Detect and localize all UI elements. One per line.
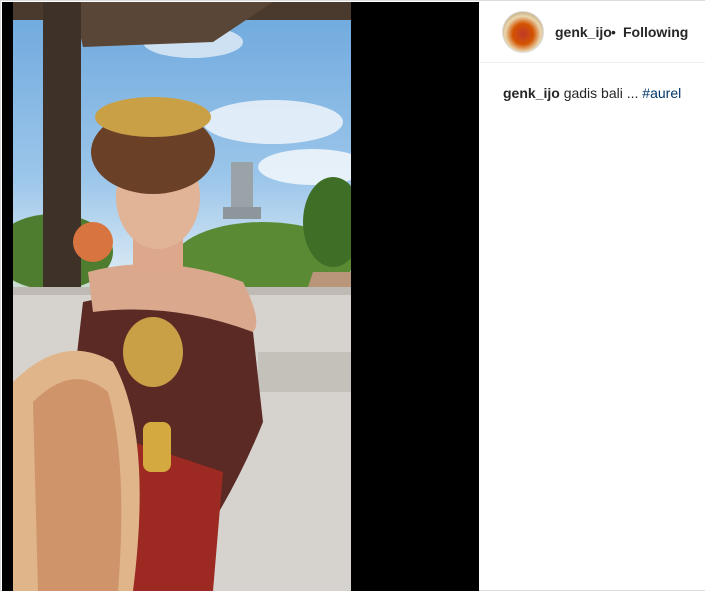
post-sidebar: genk_ijo • Following genk_ijo gadis bali… [480,1,705,590]
post-header: genk_ijo • Following [480,1,705,63]
avatar[interactable] [502,11,544,53]
post-caption: genk_ijo gadis bali ... #aurel [503,85,681,101]
caption-hashtag-link[interactable]: #aurel [642,85,681,101]
post-modal: genk_ijo • Following genk_ijo gadis bali… [0,0,705,591]
video-scene [13,2,351,591]
video-frame[interactable] [13,2,351,591]
caption-username-link[interactable]: genk_ijo [503,85,560,101]
header-username-link[interactable]: genk_ijo [555,24,612,40]
media-letterbox [351,2,479,591]
header-separator: • [611,24,616,40]
caption-text: gadis bali ... [563,85,639,101]
post-media[interactable] [2,2,479,591]
following-button[interactable]: Following [623,24,688,40]
